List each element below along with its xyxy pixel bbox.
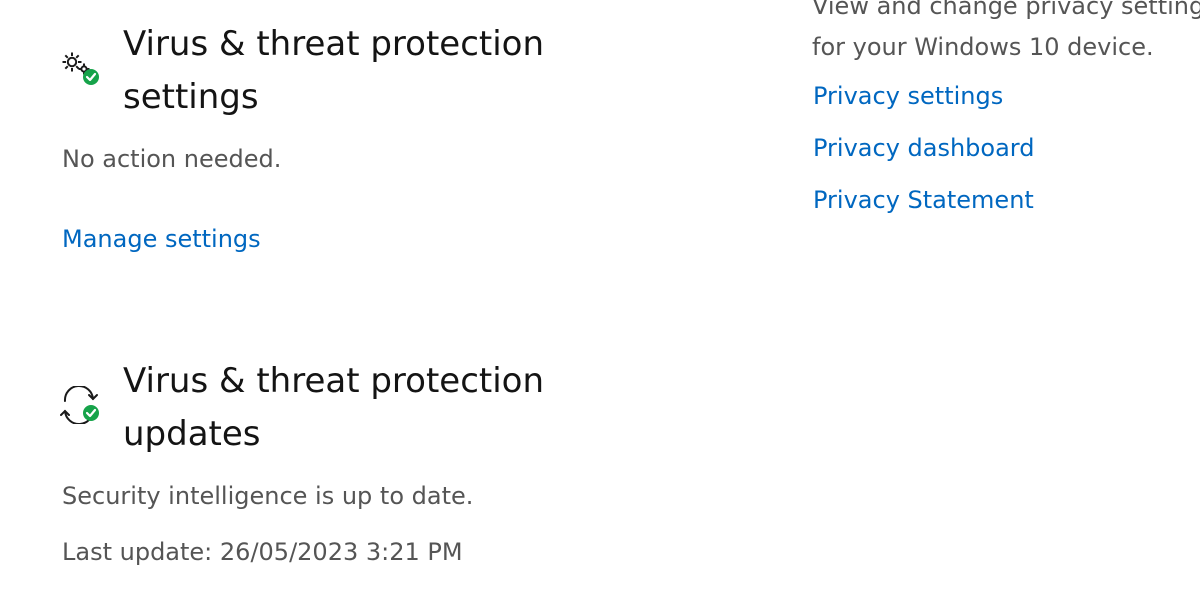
settings-section-title: Virus & threat protection settings <box>123 24 545 117</box>
last-update-text: Last update: 26/05/2023 3:21 PM <box>62 538 463 566</box>
updates-section-title: Virus & threat protection updates <box>123 361 545 454</box>
sync-check-icon <box>60 386 99 424</box>
privacy-statement-link[interactable]: Privacy Statement <box>813 185 1034 215</box>
privacy-description-line2: for your Windows 10 device. <box>812 33 1154 61</box>
updates-status-text: Security intelligence is up to date. <box>62 482 474 510</box>
manage-settings-link[interactable]: Manage settings <box>62 224 261 254</box>
privacy-description-line1: View and change privacy settings <box>812 0 1200 20</box>
settings-gears-check-icon <box>62 52 99 85</box>
privacy-dashboard-link[interactable]: Privacy dashboard <box>813 133 1034 163</box>
privacy-settings-link[interactable]: Privacy settings <box>813 81 1003 111</box>
privacy-description: View and change privacy settings for you… <box>812 0 1200 68</box>
settings-status-text: No action needed. <box>62 145 282 173</box>
